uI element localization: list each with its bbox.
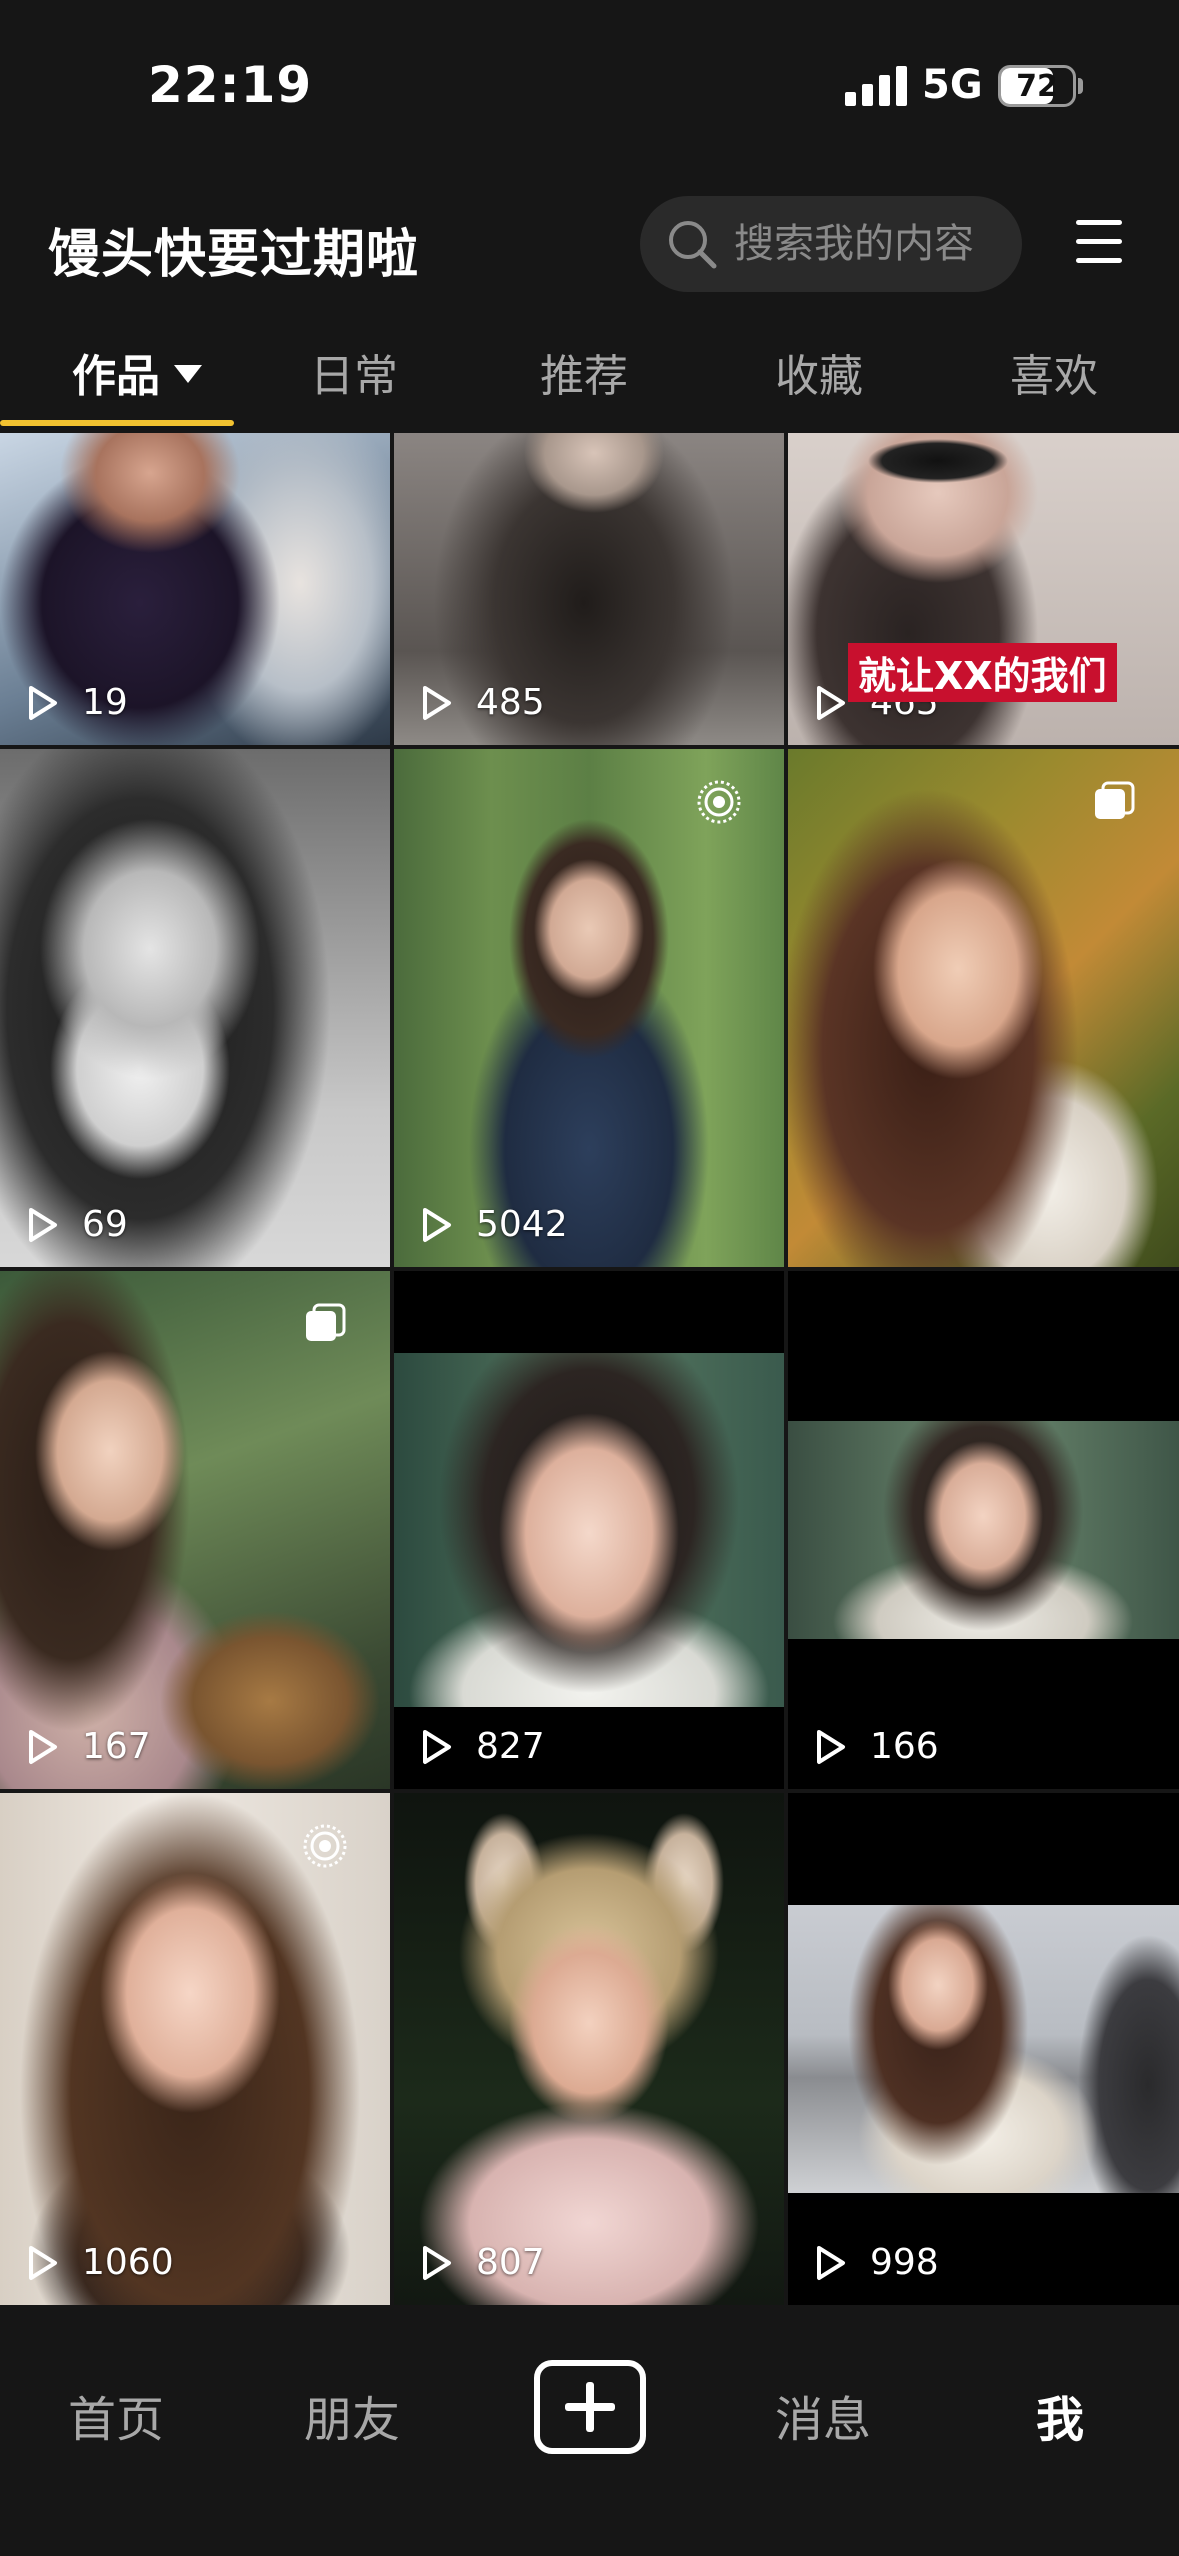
network-type: 5G: [922, 62, 983, 108]
live-photo-icon: [697, 780, 741, 824]
search-input[interactable]: [734, 221, 1014, 267]
view-count-text: 19: [82, 682, 128, 723]
battery-percent: 72: [1016, 68, 1058, 104]
view-count: 1060: [22, 2242, 174, 2283]
view-count: 69: [22, 1204, 128, 1245]
live-photo-icon: [303, 1824, 347, 1868]
grid-item[interactable]: 19: [0, 433, 390, 745]
search-icon: [669, 221, 717, 269]
tab-works-label: 作品: [72, 351, 160, 402]
play-icon: [29, 685, 57, 720]
play-icon: [423, 1207, 451, 1242]
play-icon: [817, 2245, 845, 2280]
tab-daily[interactable]: 日常: [310, 340, 398, 404]
view-count-text: 5042: [476, 1204, 568, 1245]
girl-bracelet-photo: [788, 1905, 1179, 2193]
tab-favorites[interactable]: 收藏: [775, 340, 863, 404]
profile-tabs: 作品 日常 推荐 收藏 喜欢: [0, 330, 1179, 430]
view-count-text: 1060: [82, 2242, 174, 2283]
grid-item[interactable]: 166: [788, 1271, 1179, 1789]
cat-ears-girl-photo: [394, 1793, 784, 2305]
girl-long-hair-photo: [0, 1793, 390, 2305]
plus-icon: [565, 2382, 615, 2432]
white-shirt-girl-photo: [394, 1353, 784, 1707]
nav-messages[interactable]: 消息: [775, 2380, 871, 2450]
grid-item[interactable]: 827: [394, 1271, 784, 1789]
view-count: 807: [416, 2242, 545, 2283]
status-bar: 22:19 5G 72: [0, 0, 1179, 170]
play-icon: [817, 1729, 845, 1764]
girl-with-basket-photo: [0, 1271, 390, 1789]
play-icon: [423, 2245, 451, 2280]
bottom-navigation: 首页 朋友 消息 我: [0, 2308, 1179, 2556]
tab-likes[interactable]: 喜欢: [1010, 340, 1098, 404]
play-icon: [29, 1729, 57, 1764]
denim-jacket-girl-photo: [394, 749, 784, 1267]
view-count-text: 998: [870, 2242, 939, 2283]
caret-down-icon: [174, 365, 202, 383]
video-caption-overlay: 就让XX的我们: [848, 643, 1117, 702]
girl-hanfu-photo: [788, 1421, 1179, 1639]
view-count: 827: [416, 1726, 545, 1767]
nav-me[interactable]: 我: [1036, 2380, 1084, 2450]
battery-icon: 72: [998, 65, 1076, 107]
view-count: 166: [810, 1726, 939, 1767]
search-box[interactable]: [640, 196, 1022, 292]
view-count-text: 827: [476, 1726, 545, 1767]
works-grid: 19 485 465 69 5042 167 827 166 1060 807 …: [0, 433, 1179, 2305]
signal-icon: [845, 66, 907, 106]
tab-works[interactable]: 作品: [72, 340, 202, 404]
view-count-text: 807: [476, 2242, 545, 2283]
nav-home[interactable]: 首页: [68, 2380, 164, 2450]
tab-indicator: [0, 420, 234, 426]
smiling-girl-garden-photo: [788, 749, 1179, 1267]
grid-item[interactable]: 1060: [0, 1793, 390, 2305]
view-count: 19: [22, 682, 128, 723]
black-white-portrait-photo: [0, 749, 390, 1267]
view-count-text: 69: [82, 1204, 128, 1245]
profile-name: 馒头快要过期啦: [48, 225, 420, 285]
battery-tip: [1078, 78, 1083, 94]
view-count: 167: [22, 1726, 151, 1767]
view-count-text: 167: [82, 1726, 151, 1767]
grid-item[interactable]: 807: [394, 1793, 784, 2305]
view-count: 5042: [416, 1204, 568, 1245]
grid-item[interactable]: 485: [394, 433, 784, 745]
multi-image-icon: [1095, 781, 1135, 819]
play-icon: [817, 685, 845, 720]
grid-item[interactable]: 998: [788, 1793, 1179, 2305]
status-time: 22:19: [148, 56, 313, 114]
play-icon: [423, 685, 451, 720]
view-count-text: 485: [476, 682, 545, 723]
play-icon: [29, 1207, 57, 1242]
grid-item[interactable]: 167: [0, 1271, 390, 1789]
tab-recommend[interactable]: 推荐: [540, 340, 628, 404]
play-icon: [423, 1729, 451, 1764]
menu-icon[interactable]: [1076, 220, 1122, 264]
grid-item[interactable]: 69: [0, 749, 390, 1267]
view-count: 998: [810, 2242, 939, 2283]
create-button[interactable]: [534, 2360, 646, 2454]
view-count: 485: [416, 682, 545, 723]
nav-friends[interactable]: 朋友: [304, 2380, 400, 2450]
play-icon: [29, 2245, 57, 2280]
view-count-text: 166: [870, 1726, 939, 1767]
multi-image-icon: [306, 1303, 346, 1341]
grid-item[interactable]: 5042: [394, 749, 784, 1267]
grid-item[interactable]: [788, 749, 1179, 1267]
